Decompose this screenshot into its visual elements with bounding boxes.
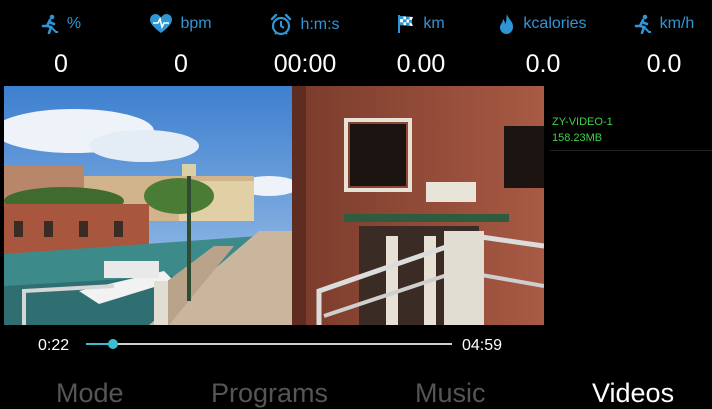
video-frame-image	[4, 86, 544, 325]
metric-value: 0	[174, 50, 188, 78]
alarm-clock-icon	[270, 14, 292, 36]
metric-value: 0.0	[525, 50, 561, 78]
metric-value: 0.0	[646, 50, 682, 78]
metrics-bar: % 0 bpm 0 h:m:s 00:00 km 0.00 kcalories …	[0, 0, 712, 86]
metric-value: 0	[54, 50, 68, 78]
metric-value: 00:00	[273, 50, 337, 78]
metric-incline: % 0	[2, 0, 120, 86]
heart-rate-icon	[150, 14, 173, 34]
checkered-flag-icon	[397, 14, 415, 34]
metric-heart-rate: bpm 0	[122, 0, 240, 86]
metric-value: 0.00	[396, 50, 446, 78]
video-name: ZY-VIDEO-1	[552, 116, 613, 128]
metric-unit: kcalories	[523, 15, 587, 32]
tab-mode[interactable]: Mode	[56, 378, 124, 409]
metric-distance: km 0.00	[362, 0, 480, 86]
playback-progress: 0:22 04:59	[0, 326, 712, 366]
runner-speed-icon	[634, 14, 652, 34]
metric-unit: km	[423, 15, 445, 32]
tab-videos[interactable]: Videos	[592, 378, 674, 409]
tab-programs[interactable]: Programs	[211, 378, 328, 409]
metric-calories: kcalories 0.0	[484, 0, 602, 86]
seek-thumb[interactable]	[107, 339, 118, 349]
seek-bar[interactable]	[86, 339, 452, 349]
metric-speed: km/h 0.0	[605, 0, 712, 86]
metric-unit: %	[66, 15, 82, 32]
video-size: 158.23MB	[552, 132, 603, 144]
video-list: ZY-VIDEO-1 158.23MB	[546, 86, 712, 325]
video-player[interactable]	[4, 86, 544, 325]
video-list-item[interactable]: ZY-VIDEO-1 158.23MB	[550, 114, 712, 151]
total-time: 04:59	[462, 337, 503, 354]
tab-music[interactable]: Music	[415, 378, 486, 409]
metric-time: h:m:s 00:00	[246, 0, 364, 86]
current-time: 0:22	[38, 337, 70, 354]
runner-icon	[41, 14, 59, 34]
bottom-tabs: Mode Programs Music Videos	[0, 372, 712, 408]
metric-unit: h:m:s	[300, 16, 340, 33]
metric-unit: bpm	[180, 15, 212, 32]
metric-unit: km/h	[659, 15, 695, 32]
flame-icon	[499, 14, 515, 34]
